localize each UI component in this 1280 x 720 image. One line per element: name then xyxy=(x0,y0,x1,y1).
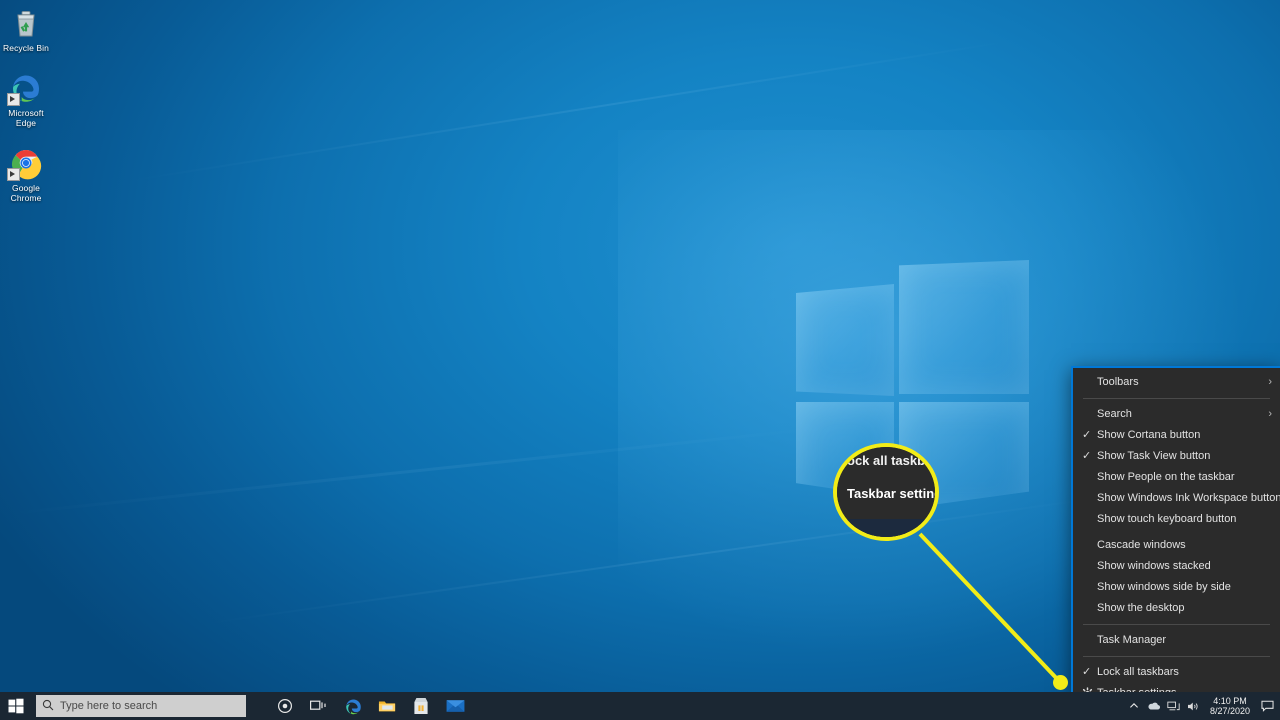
context-menu-item-label: Show Windows Ink Workspace button xyxy=(1097,492,1280,504)
wallpaper-light-streak xyxy=(204,497,1096,625)
wallpaper-light-streak xyxy=(125,39,1015,183)
taskbar-button-task-view[interactable] xyxy=(302,692,336,720)
onedrive-tray-icon[interactable] xyxy=(1144,692,1164,720)
logo-pane xyxy=(796,284,894,396)
context-menu-item-show-windows-side-by-side[interactable]: Show windows side by side xyxy=(1073,577,1280,598)
chevron-up-icon xyxy=(1129,703,1138,708)
recycle-bin-icon xyxy=(9,6,43,40)
volume-tray-icon[interactable] xyxy=(1184,692,1204,720)
magnified-taskbar-strip xyxy=(837,519,935,537)
cloud-icon xyxy=(1148,702,1160,710)
desktop-icon-recycle-bin[interactable]: Recycle Bin xyxy=(0,6,52,53)
wallpaper-light-streak xyxy=(2,427,818,516)
magnified-taskbar-settings-text: Taskbar settings xyxy=(847,486,935,501)
context-menu-separator xyxy=(1083,398,1270,399)
speaker-icon xyxy=(1188,702,1199,710)
microsoft-store-icon xyxy=(414,698,428,714)
magnifier-content: ock all taskbar Taskbar settings xyxy=(837,447,935,537)
magnifier-callout: ock all taskbar Taskbar settings xyxy=(833,443,939,541)
context-menu-item-label: Search xyxy=(1097,408,1132,420)
clock-date: 8/27/2020 xyxy=(1209,706,1250,716)
action-center-button[interactable] xyxy=(1256,692,1278,720)
taskbar-button-mail[interactable] xyxy=(438,692,472,720)
chevron-right-icon: › xyxy=(1268,376,1272,388)
desktop-icon-google-chrome[interactable]: Google Chrome xyxy=(0,146,52,203)
taskbar-button-microsoft-edge[interactable] xyxy=(336,692,370,720)
context-menu-item-show-people-on-the-taskbar[interactable]: Show People on the taskbar xyxy=(1073,467,1280,488)
context-menu-separator xyxy=(1083,656,1270,657)
start-button[interactable] xyxy=(0,692,32,720)
context-menu-item-label: Show windows side by side xyxy=(1097,581,1231,593)
show-hidden-icons-button[interactable] xyxy=(1124,692,1144,720)
file-explorer-icon xyxy=(378,701,395,712)
shortcut-arrow-icon xyxy=(7,93,20,106)
context-menu-item-label: Show Cortana button xyxy=(1097,429,1201,441)
context-menu-item-show-task-view-button[interactable]: ✓ Show Task View button xyxy=(1073,446,1280,467)
search-input[interactable]: Type here to search xyxy=(36,695,246,717)
check-icon: ✓ xyxy=(1082,666,1092,678)
logo-pane xyxy=(899,260,1029,394)
taskbar-button-microsoft-store[interactable] xyxy=(404,692,438,720)
check-icon: ✓ xyxy=(1082,429,1092,441)
context-menu-item-show-cortana-button[interactable]: ✓ Show Cortana button xyxy=(1073,425,1280,446)
taskbar-clock[interactable]: 4:10 PM 8/27/2020 xyxy=(1204,692,1256,720)
magnified-lock-all-taskbars-text: ock all taskbar xyxy=(847,453,938,468)
context-menu-item-lock-all-taskbars[interactable]: ✓ Lock all taskbars xyxy=(1073,662,1280,683)
taskbar: Type here to search 4:10 PM 8/27/2020 xyxy=(0,692,1280,720)
context-menu-item-task-manager[interactable]: Task Manager xyxy=(1073,630,1280,651)
context-menu-item-label: Toolbars xyxy=(1097,376,1139,388)
context-menu-item-search[interactable]: Search › xyxy=(1073,404,1280,425)
context-menu-item-show-the-desktop[interactable]: Show the desktop xyxy=(1073,598,1280,619)
context-menu-item-label: Show touch keyboard button xyxy=(1097,513,1237,525)
context-menu-item-show-windows-ink-workspace-button[interactable]: Show Windows Ink Workspace button xyxy=(1073,488,1280,509)
taskbar-context-menu[interactable]: Toolbars › Search › ✓ Show Cortana button ✓ Sho… xyxy=(1071,366,1280,700)
context-menu-separator xyxy=(1083,624,1270,625)
shortcut-arrow-icon xyxy=(7,168,20,181)
context-menu-item-label: Show Task View button xyxy=(1097,450,1211,462)
context-menu-item-cascade-windows[interactable]: Cascade windows xyxy=(1073,535,1280,556)
windows-logo-icon xyxy=(8,698,24,714)
desktop-icon-label: Microsoft Edge xyxy=(8,108,44,128)
action-center-icon xyxy=(1260,700,1274,712)
context-menu-item-show-windows-stacked[interactable]: Show windows stacked xyxy=(1073,556,1280,577)
desktop-icon-microsoft-edge[interactable]: Microsoft Edge xyxy=(0,71,52,128)
callout-target-dot xyxy=(1053,675,1068,690)
microsoft-edge-icon xyxy=(345,699,361,714)
context-menu-item-show-touch-keyboard-button[interactable]: Show touch keyboard button xyxy=(1073,509,1280,530)
search-icon xyxy=(36,699,60,714)
check-icon: ✓ xyxy=(1082,450,1092,462)
context-menu-item-label: Cascade windows xyxy=(1097,539,1186,551)
search-placeholder: Type here to search xyxy=(60,700,158,712)
task-view-icon xyxy=(310,700,326,710)
desktop-screen: Recycle Bin Microsoft Edge Google Chrome… xyxy=(0,0,1280,720)
google-chrome-icon xyxy=(7,146,43,181)
context-menu-item-label: Show the desktop xyxy=(1097,602,1185,614)
context-menu-item-label: Lock all taskbars xyxy=(1097,666,1179,678)
cortana-icon xyxy=(277,698,293,714)
system-tray: 4:10 PM 8/27/2020 xyxy=(1124,692,1280,720)
context-menu-item-label: Show windows stacked xyxy=(1097,560,1211,572)
network-tray-icon[interactable] xyxy=(1164,692,1184,720)
taskbar-button-cortana[interactable] xyxy=(268,692,302,720)
desktop-icon-list: Recycle Bin Microsoft Edge Google Chrome xyxy=(0,6,52,221)
mail-icon xyxy=(446,700,464,712)
taskbar-button-file-explorer[interactable] xyxy=(370,692,404,720)
microsoft-edge-icon xyxy=(7,71,43,106)
chevron-right-icon: › xyxy=(1268,408,1272,420)
desktop-icon-label: Recycle Bin xyxy=(3,43,49,53)
clock-time: 4:10 PM xyxy=(1213,696,1247,706)
context-menu-item-toolbars[interactable]: Toolbars › xyxy=(1073,372,1280,393)
network-icon xyxy=(1167,701,1181,710)
taskbar-app-buttons xyxy=(268,692,472,720)
context-menu-item-label: Show People on the taskbar xyxy=(1097,471,1235,483)
desktop-icon-label: Google Chrome xyxy=(10,183,42,203)
context-menu-item-label: Task Manager xyxy=(1097,634,1167,646)
